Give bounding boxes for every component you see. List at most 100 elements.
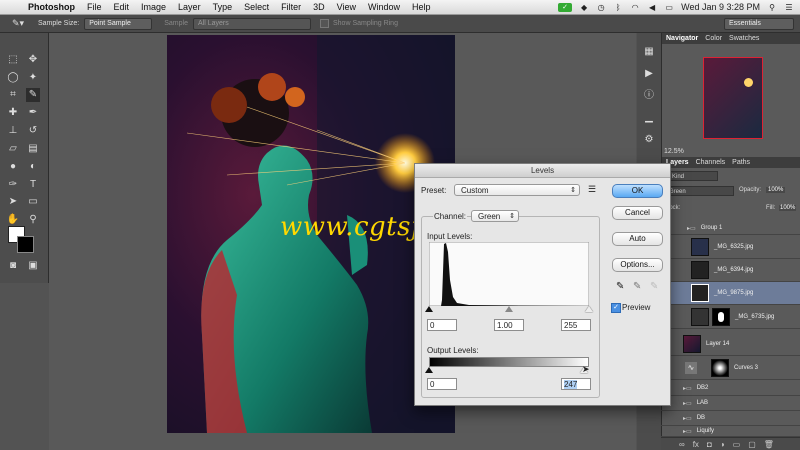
preview-checkbox[interactable]: ✓ bbox=[611, 303, 621, 313]
wifi-icon[interactable]: ◠ bbox=[630, 3, 640, 12]
cancel-button[interactable]: Cancel bbox=[612, 206, 663, 220]
tab-navigator[interactable]: Navigator bbox=[666, 35, 698, 42]
layer-row[interactable]: ▸▭ DB bbox=[661, 411, 800, 426]
layer-row[interactable]: ∿ Curves 3 bbox=[661, 357, 800, 380]
blur-tool-icon[interactable]: ● bbox=[6, 160, 20, 174]
new-group-icon[interactable]: ▭ bbox=[733, 440, 741, 449]
input-black-field[interactable]: 0 bbox=[427, 319, 457, 331]
channel-select[interactable]: Green ⇕ bbox=[471, 210, 519, 222]
gray-eyedropper-icon[interactable]: ✎ bbox=[633, 281, 641, 292]
tab-swatches[interactable]: Swatches bbox=[729, 35, 759, 42]
notification-icon[interactable]: ☰ bbox=[784, 3, 794, 12]
zoom-tool-icon[interactable]: ⚲ bbox=[26, 213, 40, 227]
dropbox-icon[interactable]: ◆ bbox=[579, 3, 589, 12]
menu-filter[interactable]: Filter bbox=[275, 0, 307, 14]
navigator-zoom[interactable]: 12.5% bbox=[664, 148, 684, 155]
output-black-field[interactable]: 0 bbox=[427, 378, 457, 390]
menu-type[interactable]: Type bbox=[207, 0, 239, 14]
input-gamma-field[interactable]: 1.00 bbox=[494, 319, 524, 331]
info-panel-icon[interactable]: ⓘ bbox=[642, 89, 656, 103]
menu-edit[interactable]: Edit bbox=[108, 0, 136, 14]
fx-icon[interactable]: fx bbox=[693, 440, 699, 449]
healing-brush-icon[interactable]: ✚ bbox=[6, 106, 20, 120]
type-tool-icon[interactable]: T bbox=[26, 178, 40, 192]
layer-row[interactable]: ▸▭ Group 1 bbox=[661, 222, 800, 235]
layer-row[interactable]: ▸▭ DB2 bbox=[661, 381, 800, 396]
move-tool-icon[interactable]: ✥ bbox=[26, 53, 40, 67]
menu-select[interactable]: Select bbox=[238, 0, 275, 14]
marquee-tool-icon[interactable]: ⬚ bbox=[6, 53, 20, 67]
input-white-slider[interactable] bbox=[585, 306, 593, 312]
menu-app[interactable]: Photoshop bbox=[22, 0, 81, 14]
options-button[interactable]: Options... bbox=[612, 258, 663, 272]
layer-row[interactable]: _MG_6735.jpg bbox=[661, 306, 800, 329]
output-black-slider[interactable] bbox=[425, 367, 433, 373]
properties-panel-icon[interactable]: ⚙ bbox=[642, 133, 656, 147]
eraser-tool-icon[interactable]: ▱ bbox=[6, 142, 20, 156]
curves-mask-thumbnail[interactable] bbox=[711, 359, 729, 377]
shape-tool-icon[interactable]: ▭ bbox=[26, 195, 40, 209]
dodge-tool-icon[interactable]: ◐ bbox=[26, 160, 40, 174]
add-mask-icon[interactable]: ◘ bbox=[707, 440, 712, 449]
volume-icon[interactable]: ◀ bbox=[647, 3, 657, 12]
brush-tool-icon[interactable]: ✒ bbox=[26, 106, 40, 120]
output-white-field[interactable]: 247 bbox=[561, 378, 591, 390]
sample-select[interactable]: All Layers bbox=[192, 17, 311, 30]
link-layers-icon[interactable]: ∞ bbox=[679, 440, 685, 449]
workspace-select[interactable]: Essentials bbox=[724, 17, 794, 30]
ok-button[interactable]: OK bbox=[612, 184, 663, 198]
lasso-tool-icon[interactable]: ◯ bbox=[6, 71, 20, 85]
fill-value[interactable]: 100% bbox=[779, 205, 797, 211]
layer-row[interactable]: _MG_6325.jpg bbox=[661, 236, 800, 259]
menu-view[interactable]: View bbox=[331, 0, 362, 14]
delete-layer-icon[interactable]: 🗑 bbox=[764, 440, 774, 449]
layer-row[interactable]: ▸▭ Liquify bbox=[661, 426, 800, 437]
input-white-field[interactable]: 255 bbox=[561, 319, 591, 331]
pen-tool-icon[interactable]: ✑ bbox=[6, 178, 20, 192]
preset-options-icon[interactable]: ☰ bbox=[588, 184, 596, 195]
dialog-title[interactable]: Levels bbox=[415, 164, 670, 178]
background-color-swatch[interactable] bbox=[17, 236, 34, 253]
menu-image[interactable]: Image bbox=[135, 0, 172, 14]
opacity-value[interactable]: 100% bbox=[766, 187, 786, 193]
tab-channels[interactable]: Channels bbox=[696, 159, 726, 166]
sampling-ring-checkbox[interactable] bbox=[319, 19, 329, 28]
screen-mode-icon[interactable]: ▣ bbox=[26, 259, 40, 273]
menu-3d[interactable]: 3D bbox=[307, 0, 331, 14]
preset-select[interactable]: Custom ⇕ bbox=[454, 184, 580, 196]
histogram-panel-icon[interactable]: ▁ bbox=[642, 111, 656, 125]
crop-tool-icon[interactable]: ⌗ bbox=[6, 88, 20, 102]
path-select-icon[interactable]: ➤ bbox=[6, 195, 20, 209]
timemachine-icon[interactable]: ◷ bbox=[596, 3, 606, 12]
menu-window[interactable]: Window bbox=[362, 0, 406, 14]
auto-button[interactable]: Auto bbox=[612, 232, 663, 246]
kind-filter[interactable]: Kind bbox=[666, 171, 718, 181]
navigator-preview[interactable] bbox=[703, 57, 763, 139]
clock[interactable]: Wed Jan 9 3:28 PM bbox=[681, 2, 760, 12]
tab-color[interactable]: Color bbox=[705, 35, 722, 42]
white-eyedropper-icon[interactable]: ✎ bbox=[650, 281, 658, 292]
quick-select-icon[interactable]: ✦ bbox=[26, 71, 40, 85]
layer-row[interactable]: ▸▭ LAB bbox=[661, 396, 800, 411]
layer-row[interactable]: _MG_9875.jpg bbox=[661, 282, 800, 305]
quick-mask-icon[interactable]: ◙ bbox=[6, 259, 20, 273]
tab-paths[interactable]: Paths bbox=[732, 159, 750, 166]
input-gamma-slider[interactable] bbox=[505, 306, 513, 312]
stamp-tool-icon[interactable]: ⊥ bbox=[6, 124, 20, 138]
eyedropper-preset-icon[interactable]: ✎▾ bbox=[12, 18, 34, 29]
menu-file[interactable]: File bbox=[81, 0, 108, 14]
history-panel-icon[interactable]: ▦ bbox=[642, 45, 656, 59]
bluetooth-icon[interactable]: ᛒ bbox=[613, 3, 623, 12]
blend-mode-select[interactable]: Green bbox=[666, 186, 734, 196]
adjustment-icon[interactable]: ◑ bbox=[720, 440, 725, 449]
history-brush-icon[interactable]: ↺ bbox=[26, 124, 40, 138]
battery-icon[interactable]: ▭ bbox=[664, 3, 674, 12]
sample-size-select[interactable]: Point Sample bbox=[84, 17, 153, 30]
actions-panel-icon[interactable]: ▶ bbox=[642, 67, 656, 81]
input-black-slider[interactable] bbox=[425, 306, 433, 312]
black-eyedropper-icon[interactable]: ✎ bbox=[616, 281, 624, 292]
new-layer-icon[interactable]: ▢ bbox=[748, 440, 756, 449]
gradient-tool-icon[interactable]: ▤ bbox=[26, 142, 40, 156]
layer-row[interactable]: _MG_6394.jpg bbox=[661, 259, 800, 282]
menu-help[interactable]: Help bbox=[406, 0, 437, 14]
